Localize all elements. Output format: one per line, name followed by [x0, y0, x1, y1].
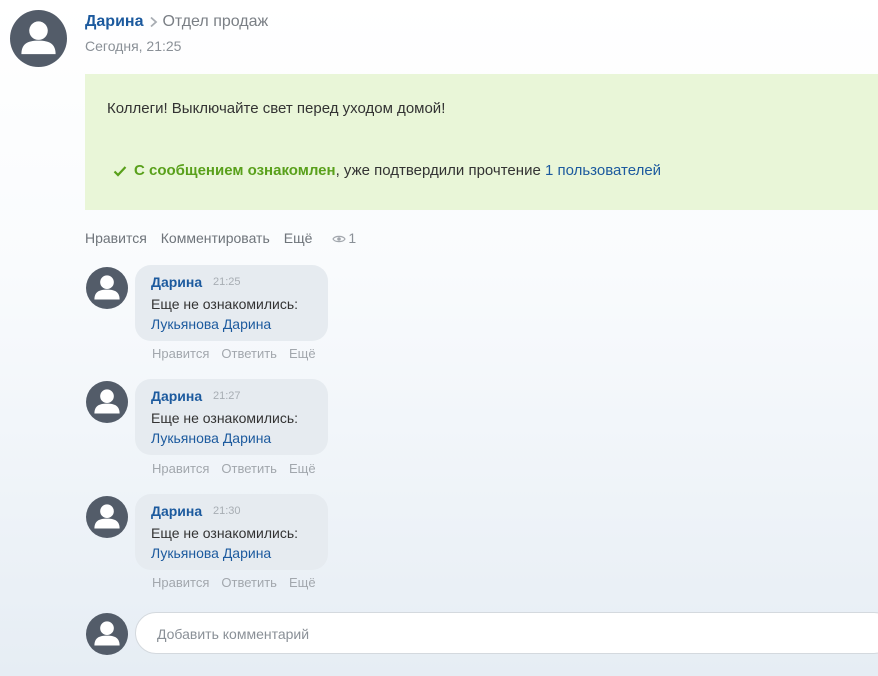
comment-reply-button[interactable]: Ответить [221, 461, 277, 476]
like-button[interactable]: Нравится [85, 230, 147, 246]
comment-bubble: Дарина 21:25 Еще не ознакомились: Лукьян… [135, 265, 328, 341]
checkmark-icon [113, 164, 127, 181]
comment-actions: Нравится Ответить Ещё [152, 461, 328, 476]
author-avatar[interactable] [10, 10, 67, 67]
comment-actions: Нравится Ответить Ещё [152, 346, 328, 361]
confirm-label: С сообщением ознакомлен [134, 162, 336, 179]
user-silhouette-icon [94, 389, 120, 414]
message-text: Коллеги! Выключайте свет перед уходом до… [107, 100, 446, 117]
comment-reply-button[interactable]: Ответить [221, 346, 277, 361]
eye-icon [332, 231, 347, 247]
confirm-text: уже подтвердили прочтение [339, 162, 545, 179]
post-header: Дарина Отдел продаж [85, 13, 268, 31]
comment-avatar[interactable] [86, 496, 128, 538]
comment-actions: Нравится Ответить Ещё [152, 575, 328, 590]
comment-author-link[interactable]: Дарина [151, 274, 202, 290]
user-silhouette-icon [94, 504, 120, 529]
message-block: Коллеги! Выключайте свет перед уходом до… [85, 74, 878, 210]
more-button[interactable]: Ещё [284, 230, 313, 246]
user-silhouette-icon [94, 621, 120, 646]
comment-author-link[interactable]: Дарина [151, 388, 202, 404]
comment-time[interactable]: 21:27 [213, 390, 241, 402]
comment-more-button[interactable]: Ещё [289, 461, 316, 476]
read-confirmation: С сообщением ознакомлен, уже подтвердили… [113, 162, 661, 181]
comment-time[interactable]: 21:25 [213, 276, 241, 288]
current-user-avatar [86, 613, 128, 655]
comment-text: Еще не ознакомились: [151, 525, 299, 541]
post-actions: Нравится Комментировать Ещё 1 [85, 230, 356, 247]
comment-text: Еще не ознакомились: [151, 410, 299, 426]
comment-button[interactable]: Комментировать [161, 230, 270, 246]
comment-reply-button[interactable]: Ответить [221, 575, 277, 590]
comment-user-link[interactable]: Лукьянова Дарина [151, 430, 271, 446]
chevron-right-icon [149, 16, 158, 28]
comment-text: Еще не ознакомились: [151, 296, 299, 312]
comment-avatar[interactable] [86, 381, 128, 423]
views-count: 1 [348, 230, 357, 246]
comment-author-link[interactable]: Дарина [151, 503, 202, 519]
user-silhouette-icon [94, 275, 120, 300]
comment-like-button[interactable]: Нравится [152, 575, 209, 590]
comment-user-link[interactable]: Лукьянова Дарина [151, 316, 271, 332]
views-counter[interactable]: 1 [332, 230, 356, 247]
comment-time[interactable]: 21:30 [213, 505, 241, 517]
comment-like-button[interactable]: Нравится [152, 461, 209, 476]
comment-more-button[interactable]: Ещё [289, 575, 316, 590]
comment-like-button[interactable]: Нравится [152, 346, 209, 361]
comment-more-button[interactable]: Ещё [289, 346, 316, 361]
comment-bubble: Дарина 21:30 Еще не ознакомились: Лукьян… [135, 494, 328, 570]
confirmed-users-link[interactable]: 1 пользователей [545, 162, 661, 179]
comment-user-link[interactable]: Лукьянова Дарина [151, 545, 271, 561]
comment-avatar[interactable] [86, 267, 128, 309]
user-silhouette-icon [21, 21, 56, 55]
add-comment-input[interactable]: Добавить комментарий [135, 612, 878, 654]
post-timestamp[interactable]: Сегодня, 21:25 [85, 38, 181, 54]
comment-bubble: Дарина 21:27 Еще не ознакомились: Лукьян… [135, 379, 328, 455]
author-name-link[interactable]: Дарина [85, 13, 143, 30]
department-link[interactable]: Отдел продаж [162, 13, 268, 30]
